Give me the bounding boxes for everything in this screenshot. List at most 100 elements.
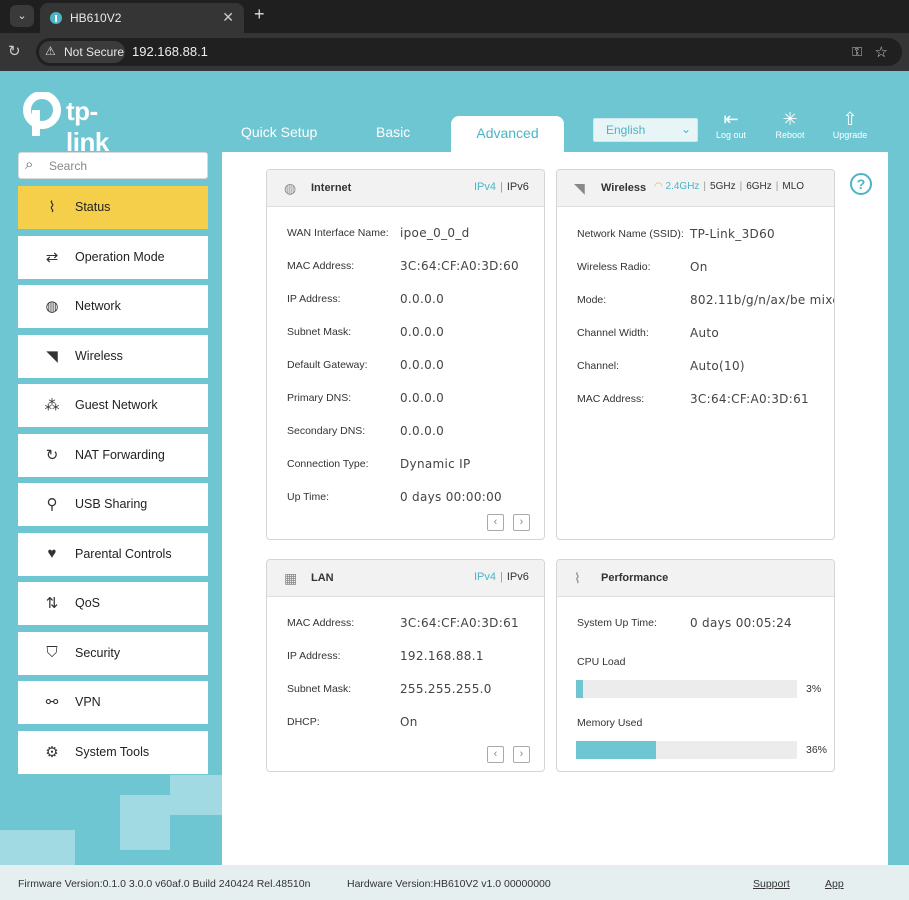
wifi-icon: ◥ — [574, 180, 585, 196]
tab-search-chevron-icon[interactable]: ⌄ — [10, 5, 34, 27]
language-select[interactable]: English ⌄ — [593, 118, 698, 142]
band-6g-tab[interactable]: 6GHz — [746, 181, 772, 192]
firmware-version: Firmware Version:0.1.0 3.0.0 v60af.0 Bui… — [18, 878, 311, 890]
sidebar-item-nat-forwarding[interactable]: ↻ NAT Forwarding — [18, 434, 208, 477]
reload-icon[interactable]: ↻ — [8, 42, 21, 60]
omnibox[interactable]: ⚠ Not Secure 192.168.88.1 ⚿ ☆ — [36, 38, 902, 66]
tab-title: HB610V2 — [70, 11, 122, 25]
sidebar-item-label: Security — [75, 646, 121, 660]
key-icon[interactable]: ⚿ — [852, 44, 862, 60]
row-label: WAN Interface Name: — [287, 227, 389, 239]
memory-used-label: Memory Used — [577, 717, 643, 729]
sidebar-item-network[interactable]: ◍ Network — [18, 285, 208, 328]
chevron-down-icon: ⌄ — [680, 122, 691, 136]
sidebar-item-usb-sharing[interactable]: ⚲ USB Sharing — [18, 483, 208, 526]
address-bar: ↻ ⚠ Not Secure 192.168.88.1 ⚿ ☆ — [0, 33, 909, 71]
sidebar-item-qos[interactable]: ⇅ QoS — [18, 582, 208, 625]
sidebar-item-parental-controls[interactable]: ♥ Parental Controls — [18, 533, 208, 576]
card-header: ◥ Wireless ◠ 2.4GHz | 5GHz | 6GHz | MLO — [557, 170, 834, 207]
sidebar-item-label: Operation Mode — [75, 250, 165, 264]
support-link[interactable]: Support — [753, 878, 790, 890]
card-title: Wireless — [601, 182, 647, 194]
app-link[interactable]: App — [825, 878, 844, 890]
globe-icon: ◍ — [45, 298, 59, 315]
bookmark-star-icon[interactable]: ☆ — [875, 43, 888, 61]
search-input[interactable]: ⌕ Search — [18, 152, 208, 179]
sidebar-item-label: Network — [75, 299, 121, 313]
sidebar-item-label: Status — [75, 200, 111, 214]
row-value: 255.255.255.0 — [400, 682, 492, 696]
browser-tab-bar: ⌄ HB610V2 ✕ + — [0, 0, 909, 33]
logo-text: tp-link — [66, 96, 109, 157]
memory-used-bar-fill — [576, 741, 656, 759]
row-label: MAC Address: — [287, 260, 355, 272]
hardware-version: Hardware Version:HB610V2 v1.0 00000000 — [347, 878, 551, 890]
qos-icon: ⇅ — [45, 595, 59, 612]
next-page-button[interactable]: › — [513, 514, 530, 531]
row-value: 3C:64:CF:A0:3D:61 — [690, 392, 809, 406]
row-value: TP-Link_3D60 — [690, 227, 775, 241]
tplink-favicon-icon — [50, 12, 62, 24]
logout-button[interactable]: ⇤ Log out — [709, 110, 753, 140]
sidebar-item-label: Guest Network — [75, 398, 158, 412]
cpu-load-bar — [576, 680, 797, 698]
ipv4-tab[interactable]: IPv4 — [474, 571, 496, 583]
upgrade-label: Upgrade — [832, 130, 868, 140]
card-title: LAN — [311, 572, 334, 584]
internet-card: ◍ Internet IPv4 | IPv6 WAN Interface Name:… — [266, 169, 545, 540]
logout-icon: ⇤ — [723, 109, 739, 129]
uptime-value: 0 days 00:05:24 — [690, 616, 792, 630]
cpu-load-percent: 3% — [806, 683, 822, 695]
bg-decoration — [170, 775, 222, 815]
cpu-load-bar-fill — [576, 680, 583, 698]
bg-decoration — [0, 830, 75, 865]
tab-quick-setup[interactable]: Quick Setup — [241, 124, 317, 140]
ip-version-toggle: IPv4 | IPv6 — [474, 181, 529, 193]
gear-icon: ⚙ — [45, 744, 59, 761]
row-value: Dynamic IP — [400, 457, 471, 471]
band-5g-tab[interactable]: 5GHz — [710, 181, 736, 192]
prev-page-button[interactable]: ‹ — [487, 746, 504, 763]
sidebar-item-vpn[interactable]: ⚯ VPN — [18, 681, 208, 724]
memory-used-bar — [576, 741, 797, 759]
url-text[interactable]: 192.168.88.1 — [132, 44, 208, 59]
band-mlo-tab[interactable]: MLO — [782, 181, 804, 192]
sidebar-item-operation-mode[interactable]: ⇄ Operation Mode — [18, 236, 208, 279]
sidebar-item-security[interactable]: ⛉ Security — [18, 632, 208, 675]
upgrade-icon: ⇧ — [842, 109, 858, 129]
row-value: 802.11b/g/n/ax/be mixed — [690, 293, 835, 307]
help-icon[interactable]: ? — [850, 173, 872, 195]
shield-icon: ⛉ — [46, 644, 58, 661]
upgrade-button[interactable]: ⇧ Upgrade — [828, 110, 872, 140]
sidebar-item-guest-network[interactable]: ⁂ Guest Network — [18, 384, 208, 427]
card-header: ⌇ Performance — [557, 560, 834, 597]
ipv4-tab[interactable]: IPv4 — [474, 181, 496, 193]
band-toggle: ◠ 2.4GHz | 5GHz | 6GHz | MLO — [654, 181, 805, 192]
card-header: ◍ Internet IPv4 | IPv6 — [267, 170, 544, 207]
tplink-logo: tp-link — [18, 91, 138, 157]
watermark: skelbiu.lt — [724, 832, 829, 859]
tab-advanced[interactable]: Advanced — [451, 116, 564, 153]
sidebar-item-status[interactable]: ⌇ Status — [18, 186, 208, 229]
ipv6-tab[interactable]: IPv6 — [507, 181, 529, 193]
sidebar-item-system-tools[interactable]: ⚙ System Tools — [18, 731, 208, 774]
sidebar-item-label: QoS — [75, 596, 101, 610]
prev-page-button[interactable]: ‹ — [487, 514, 504, 531]
sidebar-item-wireless[interactable]: ◥ Wireless — [18, 335, 208, 378]
ipv6-tab[interactable]: IPv6 — [507, 571, 529, 583]
bg-decoration — [120, 795, 170, 850]
next-page-button[interactable]: › — [513, 746, 530, 763]
tab-close-icon[interactable]: ✕ — [222, 9, 234, 26]
reboot-button[interactable]: ✳ Reboot — [768, 110, 812, 140]
band-2g-tab[interactable]: 2.4GHz — [666, 181, 700, 192]
swap-icon: ⇄ — [45, 249, 59, 266]
browser-tab[interactable]: HB610V2 ✕ — [40, 3, 244, 33]
new-tab-icon[interactable]: + — [254, 4, 265, 25]
lan-card: ▦ LAN IPv4 | IPv6 MAC Address: 3C:64:CF:A0… — [266, 559, 545, 772]
security-chip[interactable]: ⚠ Not Secure — [39, 41, 125, 63]
tab-basic[interactable]: Basic — [376, 124, 410, 140]
row-label: Subnet Mask: — [287, 326, 352, 338]
row-label: Network Name (SSID): — [577, 228, 684, 240]
ip-version-toggle: IPv4 | IPv6 — [474, 571, 529, 583]
row-label: IP Address: — [287, 650, 341, 662]
